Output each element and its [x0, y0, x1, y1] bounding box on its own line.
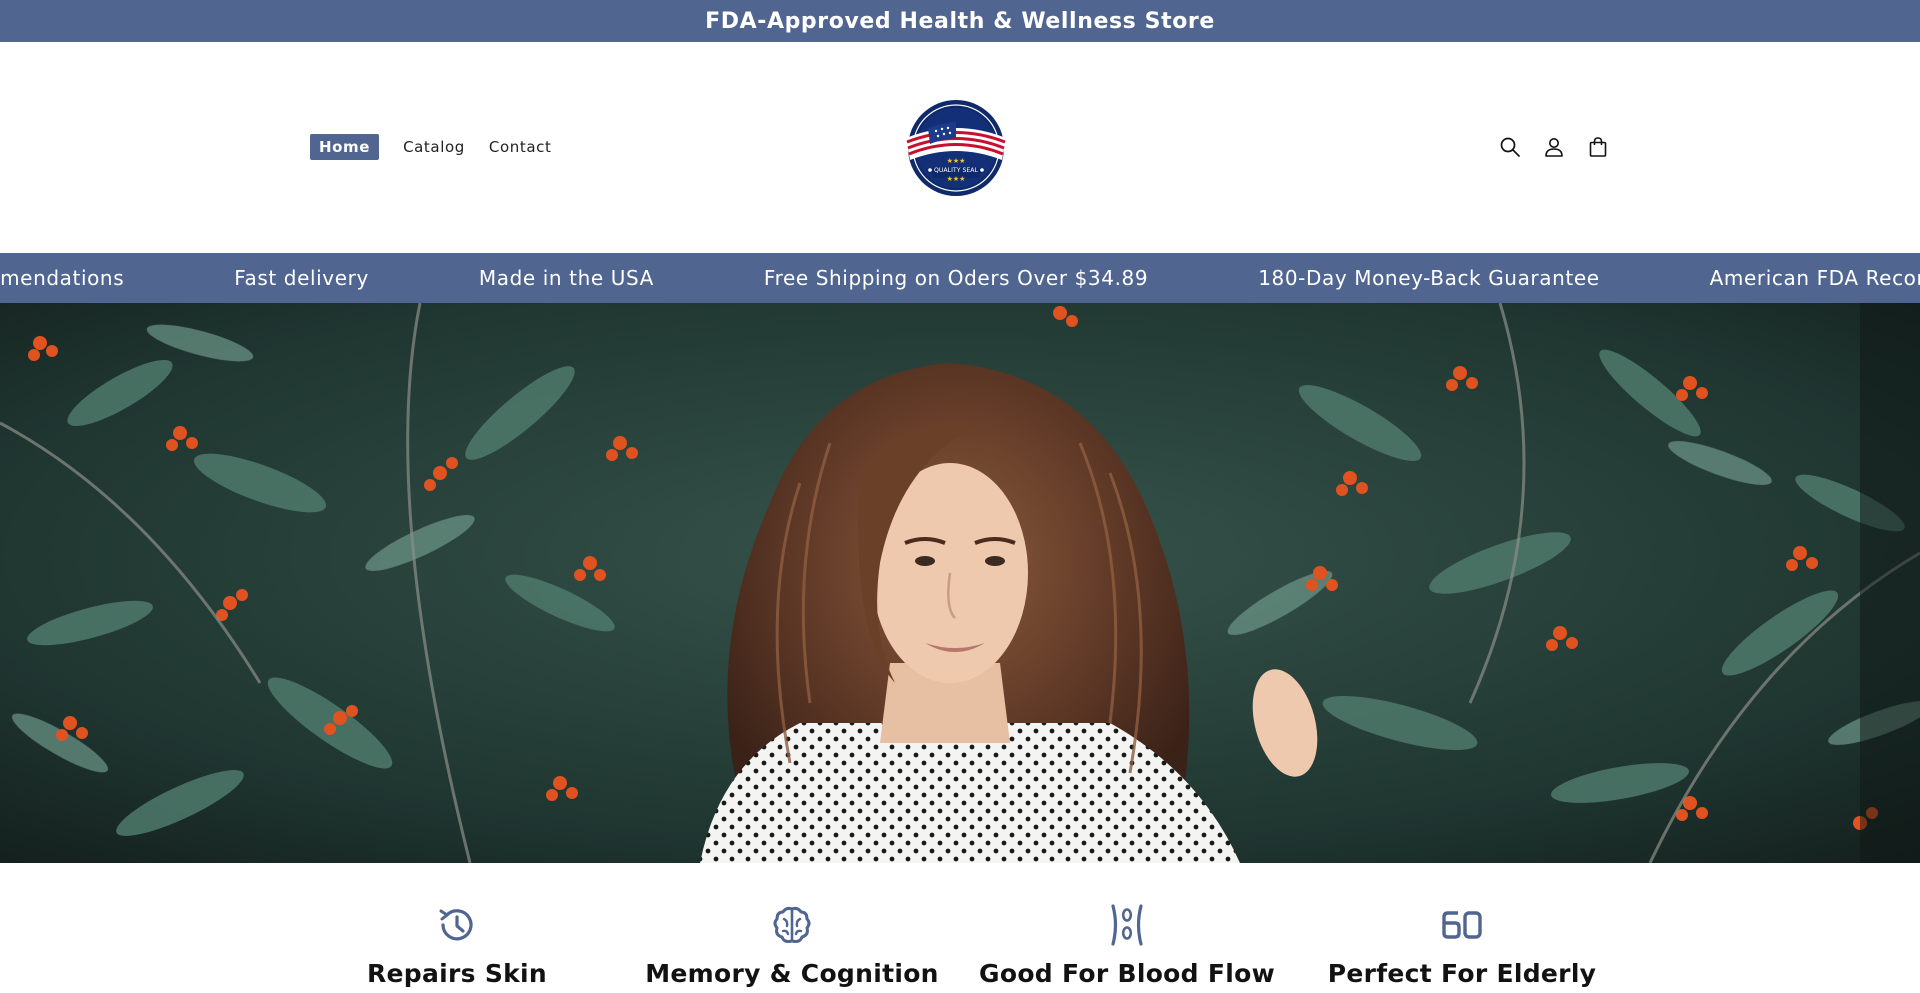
feature-item: Perfect For Elderly [1297, 903, 1627, 988]
history-clock-icon [439, 909, 473, 941]
marquee-item: Made in the USA [478, 266, 654, 290]
marquee-track: mmendations Fast delivery Made in the US… [0, 253, 1920, 303]
feature-title: Repairs Skin [366, 959, 548, 988]
nav-link-home[interactable]: Home [310, 134, 380, 160]
hero-banner [0, 303, 1920, 863]
announcement-bar: FDA-Approved Health & Wellness Store [0, 0, 1920, 42]
hero-image [0, 303, 1920, 863]
store-logo[interactable]: ★★★ QUALITY SEAL ★★★ [898, 98, 1014, 198]
blood-flow-icon [1111, 904, 1143, 946]
main-nav: Home Catalog Contact [310, 134, 551, 160]
feature-title: Memory & Cognition [645, 959, 939, 988]
feature-title: Good For Blood Flow [979, 959, 1275, 988]
svg-text:★★★: ★★★ [947, 175, 966, 183]
announcement-text: FDA-Approved Health & Wellness Store [705, 8, 1215, 34]
nav-link-catalog[interactable]: Catalog [403, 135, 465, 159]
quality-seal-icon: ★★★ QUALITY SEAL ★★★ [906, 100, 1006, 196]
marquee-item: Fast delivery [234, 266, 369, 290]
search-icon[interactable] [1498, 135, 1522, 159]
nav-link-contact[interactable]: Contact [489, 135, 552, 159]
age-60-icon [1442, 911, 1482, 939]
benefits-marquee: mmendations Fast delivery Made in the US… [0, 253, 1920, 303]
marquee-item: 180-Day Money-Back Guarantee [1258, 266, 1600, 290]
seal-text: QUALITY SEAL [934, 167, 978, 174]
feature-title: Perfect For Elderly [1327, 959, 1597, 988]
header-actions [1498, 135, 1610, 159]
marquee-item: Free Shipping on Oders Over $34.89 [763, 266, 1149, 290]
svg-text:★★★: ★★★ [947, 157, 966, 165]
site-header: Home Catalog Contact ★★★ QUALITY SEAL ★★… [0, 42, 1920, 253]
marquee-item: mmendations [0, 266, 125, 290]
account-icon[interactable] [1542, 135, 1566, 159]
feature-item: Memory & Cognition [627, 903, 957, 988]
features-section: Repairs Skin Memory & Cognition Good For… [0, 863, 1920, 993]
feature-item: Repairs Skin [292, 903, 622, 988]
feature-item: Good For Blood Flow [962, 903, 1292, 988]
brain-icon [773, 906, 811, 943]
marquee-item: American FDA Recomme [1709, 266, 1920, 290]
cart-icon[interactable] [1586, 135, 1610, 159]
